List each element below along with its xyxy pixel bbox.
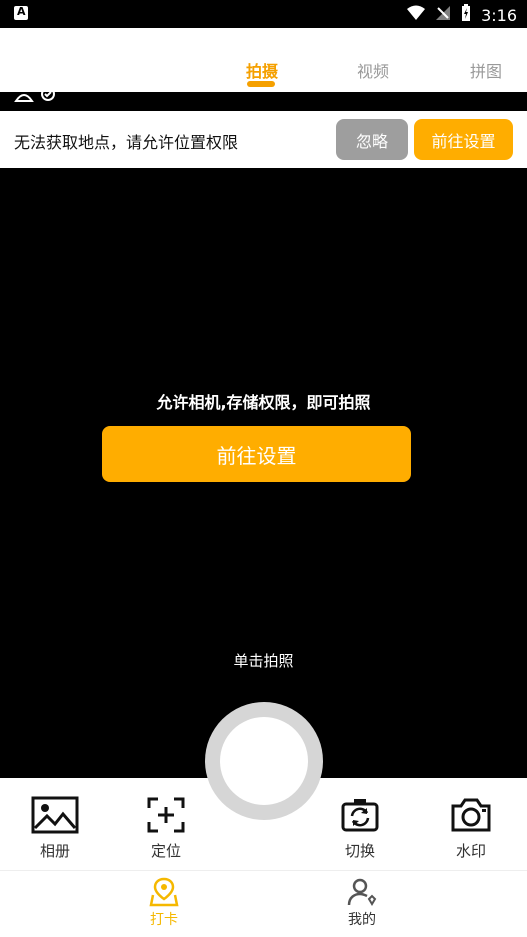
shutter-hint: 单击拍照 bbox=[233, 652, 294, 670]
nav-checkin[interactable]: 打卡 bbox=[124, 877, 204, 929]
user-icon bbox=[322, 877, 402, 907]
camera-icon bbox=[431, 796, 511, 834]
tool-watermark-label: 水印 bbox=[455, 842, 486, 860]
shutter-inner bbox=[220, 717, 308, 805]
tool-watermark[interactable]: 水印 bbox=[431, 796, 511, 861]
status-bar: 3:16 bbox=[0, 0, 527, 28]
tool-switch[interactable]: 切换 bbox=[320, 796, 400, 861]
tab-shoot[interactable]: 拍摄 bbox=[246, 58, 278, 82]
location-permission-message: 无法获取地点，请允许位置权限 bbox=[14, 133, 239, 152]
location-permission-banner: 无法获取地点，请允许位置权限 忽略 前往设置 bbox=[0, 111, 527, 168]
switch-camera-icon bbox=[320, 796, 400, 834]
locate-icon bbox=[126, 796, 206, 834]
tool-album[interactable]: 相册 bbox=[15, 796, 95, 861]
bottom-nav: 打卡 我的 bbox=[0, 870, 527, 937]
app-notification-icon bbox=[14, 5, 28, 20]
map-pin-icon bbox=[124, 877, 204, 907]
camera-permission-message: 允许相机,存储权限，即可拍照 bbox=[156, 393, 371, 412]
signal-icon bbox=[435, 5, 451, 25]
tool-locate-label: 定位 bbox=[150, 842, 181, 860]
tab-collage[interactable]: 拼图 bbox=[470, 58, 502, 82]
nav-checkin-label: 打卡 bbox=[150, 912, 178, 928]
ignore-button[interactable]: 忽略 bbox=[336, 119, 408, 160]
battery-icon bbox=[461, 4, 471, 26]
wifi-icon bbox=[407, 5, 426, 25]
tool-switch-label: 切换 bbox=[344, 842, 375, 860]
tool-locate[interactable]: 定位 bbox=[126, 796, 206, 861]
image-icon bbox=[15, 796, 95, 834]
tool-album-label: 相册 bbox=[39, 842, 70, 860]
nav-mine[interactable]: 我的 bbox=[322, 877, 402, 929]
active-tab-indicator bbox=[247, 81, 275, 87]
tab-video[interactable]: 视频 bbox=[357, 58, 389, 82]
nav-mine-label: 我的 bbox=[348, 912, 376, 928]
top-tab-bar: 拍摄 视频 拼图 bbox=[0, 28, 527, 92]
status-time: 3:16 bbox=[481, 5, 517, 25]
shutter-button[interactable] bbox=[205, 702, 323, 820]
location-settings-button[interactable]: 前往设置 bbox=[414, 119, 513, 160]
verified-user-icon[interactable] bbox=[14, 87, 58, 107]
camera-settings-button[interactable]: 前往设置 bbox=[102, 426, 411, 482]
